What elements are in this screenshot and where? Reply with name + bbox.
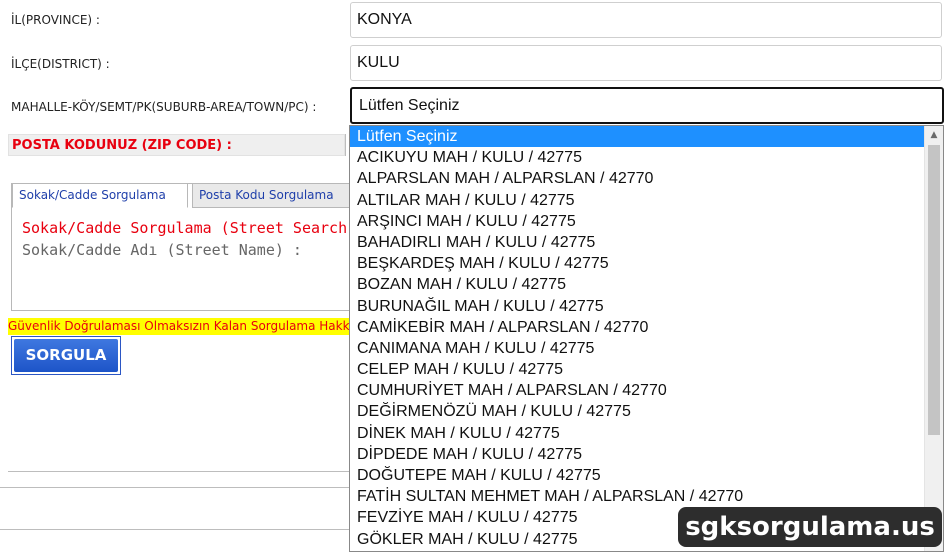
- dropdown-option[interactable]: BURUNAĞIL MAH / KULU / 42775: [350, 296, 924, 317]
- panel-title: Sokak/Cadde Sorgulama (Street Search): [22, 219, 357, 237]
- dropdown-option[interactable]: DEĞİRMENÖZÜ MAH / KULU / 42775: [350, 401, 924, 422]
- dropdown-option[interactable]: ALTILAR MAH / KULU / 42775: [350, 190, 924, 211]
- province-select[interactable]: KONYA: [350, 2, 942, 38]
- divider-line: [345, 134, 346, 156]
- dropdown-option[interactable]: ALPARSLAN MAH / ALPARSLAN / 42770: [350, 168, 924, 189]
- dropdown-option[interactable]: DİPDEDE MAH / KULU / 42775: [350, 444, 924, 465]
- province-label: İL(PROVINCE) :: [11, 13, 100, 27]
- option-list: Lütfen Seçiniz ACIKUYU MAH / KULU / 4277…: [350, 126, 924, 550]
- district-label: İLÇE(DISTRICT) :: [11, 57, 110, 71]
- query-limit-warning: Güvenlik Doğrulaması Olmaksızın Kalan So…: [8, 318, 353, 335]
- dropdown-option[interactable]: ACIKUYU MAH / KULU / 42775: [350, 147, 924, 168]
- dropdown-option[interactable]: FATİH SULTAN MEHMET MAH / ALPARSLAN / 42…: [350, 486, 924, 507]
- district-select[interactable]: KULU: [350, 45, 942, 81]
- divider-line: [0, 529, 353, 530]
- scroll-up-arrow-icon[interactable]: ▲: [925, 127, 943, 144]
- dropdown-option[interactable]: BAHADIRLI MAH / KULU / 42775: [350, 232, 924, 253]
- watermark-logo: sgksorgulama.us: [678, 507, 942, 547]
- dropdown-option[interactable]: Lütfen Seçiniz: [350, 126, 924, 148]
- neighborhood-select[interactable]: Lütfen Seçiniz: [350, 87, 944, 124]
- scrollbar-thumb[interactable]: [928, 145, 940, 435]
- dropdown-option[interactable]: DOĞUTEPE MAH / KULU / 42775: [350, 465, 924, 486]
- tab-street-search[interactable]: Sokak/Cadde Sorgulama: [12, 183, 188, 208]
- dropdown-option[interactable]: BEŞKARDEŞ MAH / KULU / 42775: [350, 253, 924, 274]
- dropdown-option[interactable]: CAMİKEBİR MAH / ALPARSLAN / 42770: [350, 317, 924, 338]
- dropdown-scrollbar[interactable]: ▲: [924, 126, 943, 551]
- dropdown-option[interactable]: DİNEK MAH / KULU / 42775: [350, 423, 924, 444]
- street-name-label: Sokak/Cadde Adı (Street Name) :: [22, 241, 302, 259]
- dropdown-option[interactable]: BOZAN MAH / KULU / 42775: [350, 274, 924, 295]
- dropdown-option[interactable]: CUMHURİYET MAH / ALPARSLAN / 42770: [350, 380, 924, 401]
- dropdown-option[interactable]: ARŞINCI MAH / KULU / 42775: [350, 211, 924, 232]
- zip-label: POSTA KODUNUZ (ZIP CODE) :: [12, 138, 232, 153]
- dropdown-option[interactable]: CELEP MAH / KULU / 42775: [350, 359, 924, 380]
- dropdown-option[interactable]: CANIMANA MAH / KULU / 42775: [350, 338, 924, 359]
- query-button[interactable]: SORGULA: [14, 339, 118, 372]
- neighborhood-dropdown-list[interactable]: Lütfen Seçiniz ACIKUYU MAH / KULU / 4277…: [349, 125, 944, 552]
- divider-line: [0, 487, 353, 488]
- tab-postcode-search[interactable]: Posta Kodu Sorgulama: [192, 183, 356, 208]
- neighborhood-label: MAHALLE-KÖY/SEMT/PK(SUBURB-AREA/TOWN/PC)…: [11, 100, 317, 114]
- divider-line: [8, 471, 353, 472]
